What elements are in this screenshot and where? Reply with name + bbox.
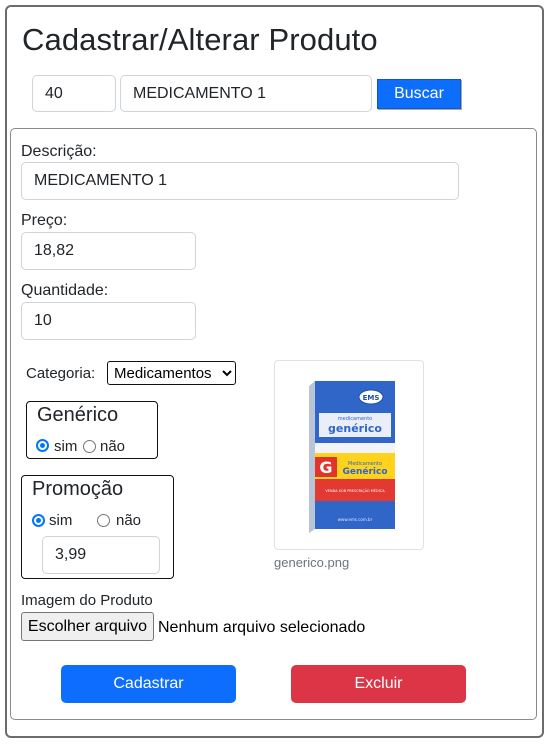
svg-text:Genérico: Genérico (342, 466, 387, 477)
quantidade-input[interactable]: 10 (21, 302, 196, 340)
generico-legend: Genérico (37, 404, 119, 426)
page-title: Cadastrar/Alterar Produto (22, 22, 378, 57)
categoria-select[interactable]: Medicamentos (107, 361, 236, 385)
promocao-nao-radio[interactable] (97, 514, 110, 527)
file-status-text: Nenhum arquivo selecionado (158, 619, 366, 636)
product-code-input[interactable]: 40 (32, 75, 116, 112)
svg-text:www.ems.com.br: www.ems.com.br (338, 517, 373, 522)
promocao-price-input[interactable]: 3,99 (42, 536, 160, 574)
image-caption: generico.png (274, 555, 350, 570)
product-name-input[interactable]: MEDICAMENTO 1 (120, 75, 372, 112)
preco-input[interactable]: 18,82 (21, 232, 196, 270)
generico-nao-radio[interactable] (83, 440, 96, 453)
preco-label: Preço: (21, 212, 68, 229)
promocao-legend: Promoção (32, 478, 124, 500)
svg-text:genérico: genérico (328, 422, 382, 435)
generico-sim-radio[interactable] (36, 439, 49, 452)
search-button[interactable]: Buscar (377, 79, 461, 109)
promocao-sim-radio[interactable] (32, 514, 45, 527)
medicine-box-image: EMS medicamento genérico G Medicamento G… (309, 381, 395, 533)
generico-sim-label: sim (54, 438, 78, 455)
excluir-button[interactable]: Excluir (291, 665, 466, 703)
choose-file-button[interactable]: Escolher arquivo (21, 612, 154, 641)
svg-text:EMS: EMS (363, 394, 380, 402)
promocao-sim-label: sim (49, 512, 73, 529)
quantidade-label: Quantidade: (21, 282, 109, 299)
descricao-label: Descrição: (21, 143, 97, 160)
cadastrar-button[interactable]: Cadastrar (61, 665, 236, 703)
svg-text:G: G (319, 458, 332, 477)
generico-nao-label: não (100, 438, 126, 455)
svg-text:VENDA SOB PRESCRIÇÃO MÉDICA: VENDA SOB PRESCRIÇÃO MÉDICA (325, 488, 385, 493)
categoria-label: Categoria: (26, 365, 96, 382)
product-image-frame: EMS medicamento genérico G Medicamento G… (274, 360, 424, 550)
descricao-input[interactable]: MEDICAMENTO 1 (21, 162, 459, 200)
promocao-nao-label: não (116, 512, 142, 529)
imagem-label: Imagem do Produto (21, 592, 153, 609)
